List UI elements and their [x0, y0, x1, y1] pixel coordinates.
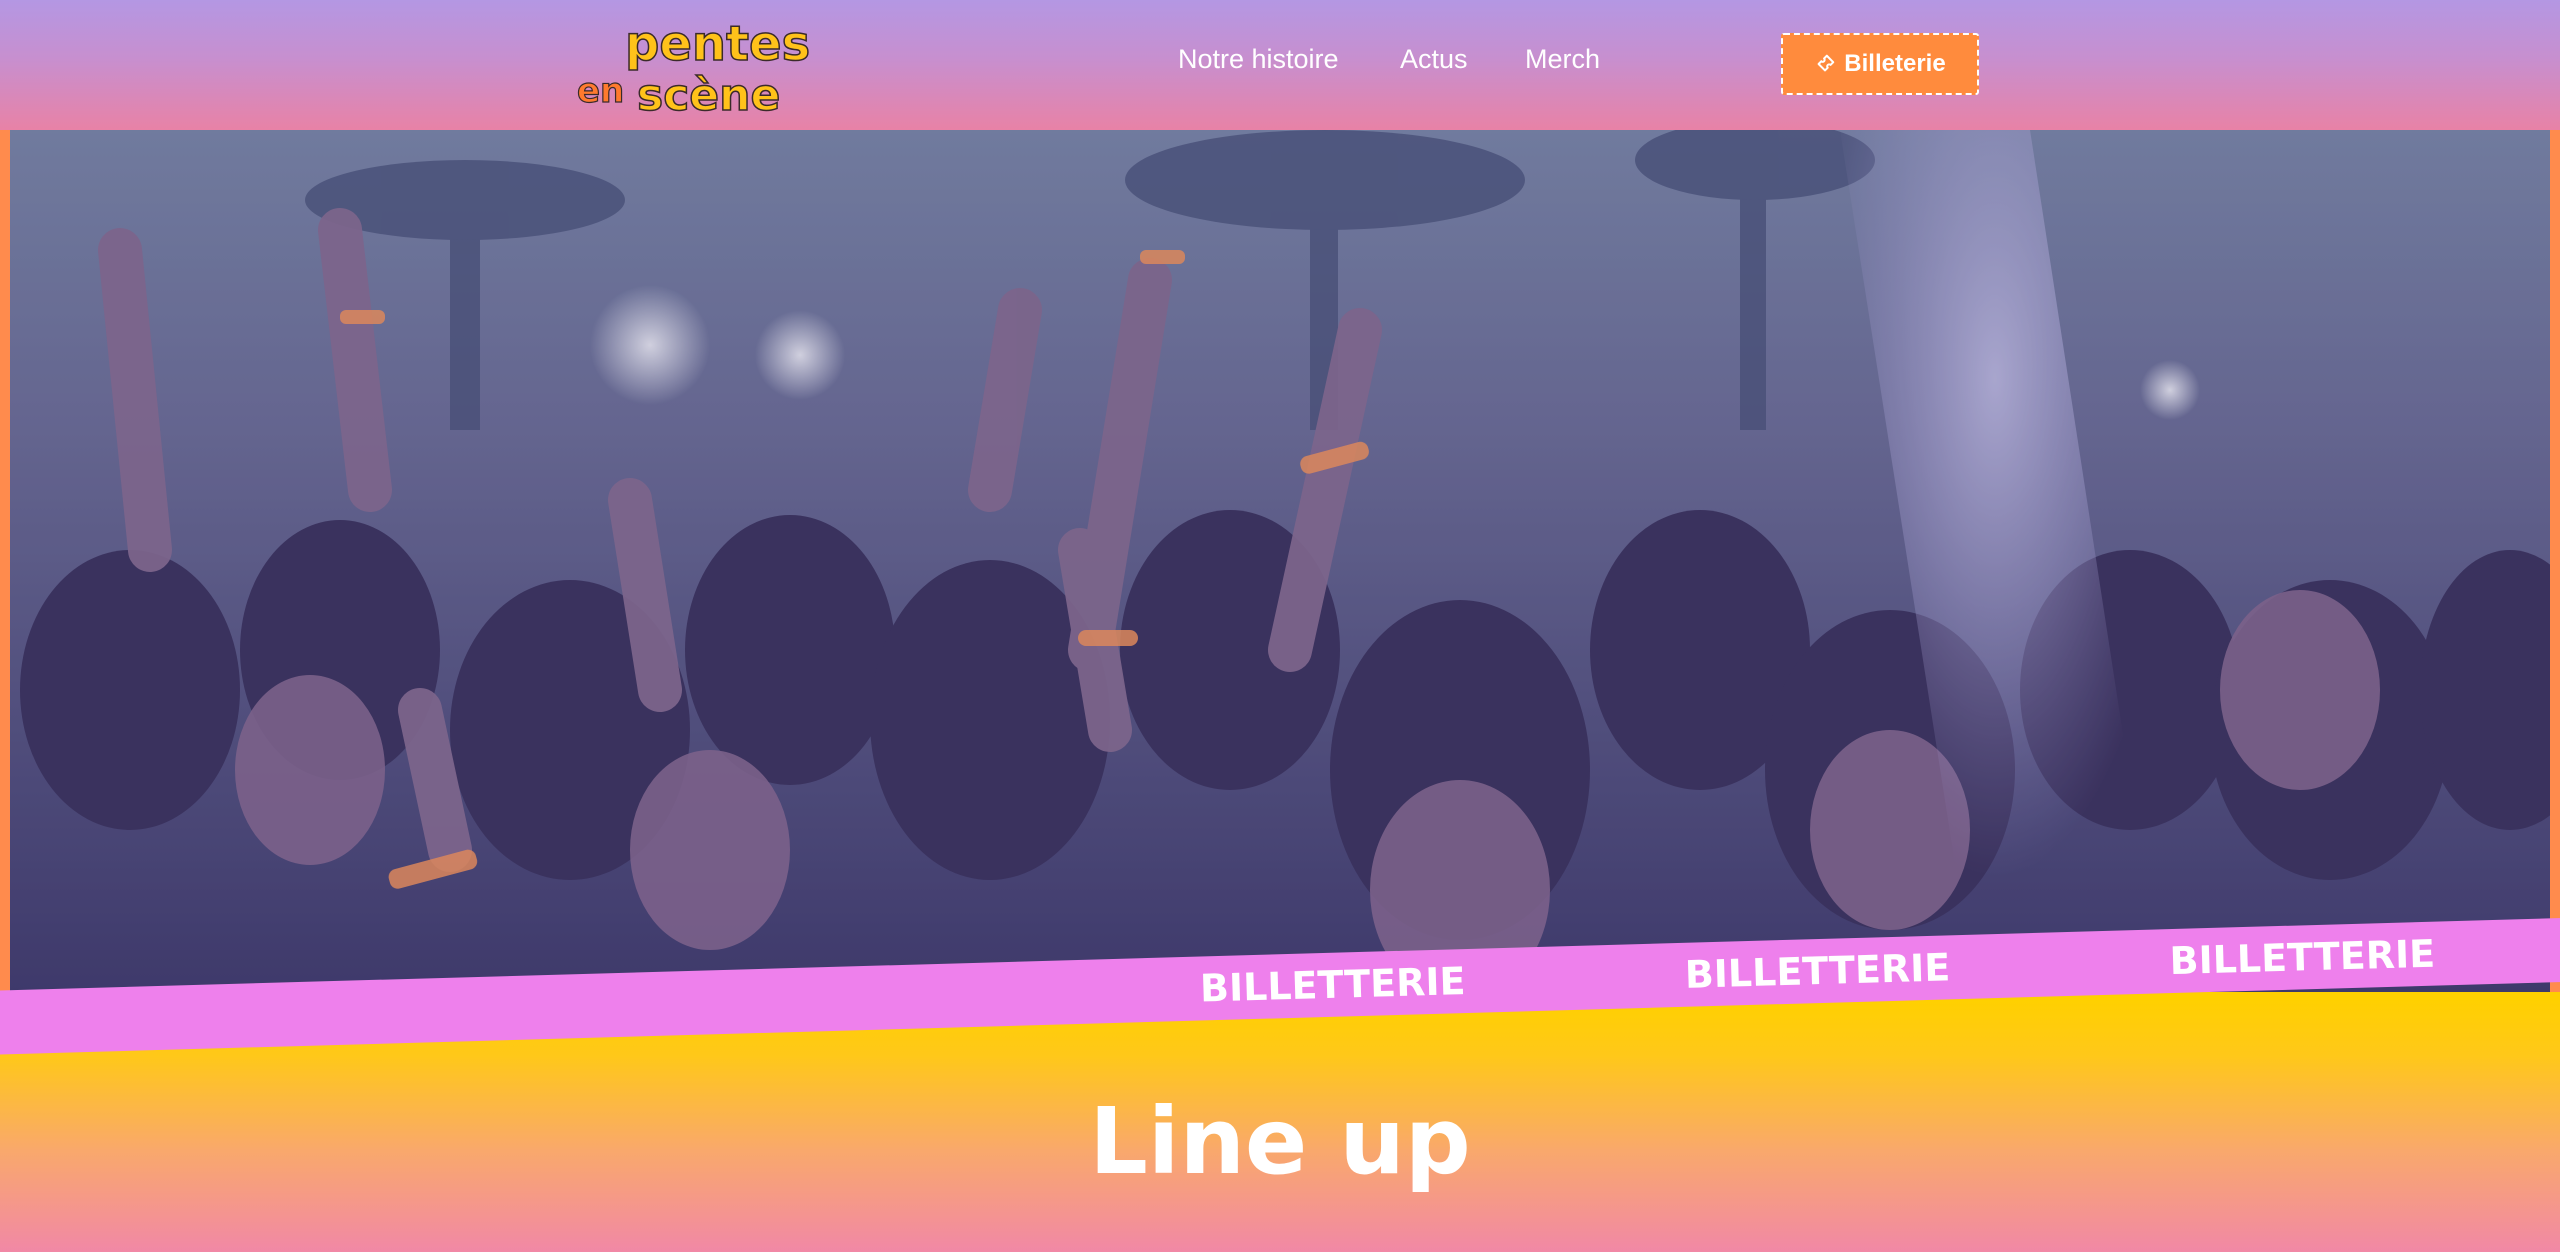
logo-line1: pentes [625, 16, 810, 72]
nav-item-actus[interactable]: Actus [1400, 44, 1468, 75]
billetterie-ribbon: BILLETTERIE BILLETTERIE BILLETTERIE [0, 916, 2560, 1060]
ribbon-link-billetterie-3[interactable]: BILLETTERIE [2169, 932, 2436, 983]
lineup-title: Line up [1089, 1088, 1471, 1195]
logo-line2b: scène [637, 70, 780, 121]
hero-image [10, 130, 2550, 992]
nav-item-notre-histoire[interactable]: Notre histoire [1178, 44, 1339, 75]
site-logo[interactable]: pentes en scène [575, 10, 825, 122]
ribbon-link-billetterie-1[interactable]: BILLETTERIE [1199, 959, 1466, 1010]
billeterie-button-label: Billeterie [1844, 50, 1946, 77]
billeterie-button[interactable]: Billeterie [1781, 33, 1979, 95]
logo-line2a: en [577, 71, 624, 111]
nav-item-merch[interactable]: Merch [1525, 44, 1600, 75]
ribbon-link-billetterie-2[interactable]: BILLETTERIE [1684, 945, 1951, 996]
ticket-icon [1817, 54, 1835, 72]
site-header: pentes en scène Notre histoire Actus Mer… [0, 0, 2560, 130]
logo-graphic: pentes en scène [576, 15, 811, 122]
crowd-photo-illustration [10, 130, 2550, 992]
ribbon-band: BILLETTERIE BILLETTERIE BILLETTERIE [0, 916, 2560, 1056]
